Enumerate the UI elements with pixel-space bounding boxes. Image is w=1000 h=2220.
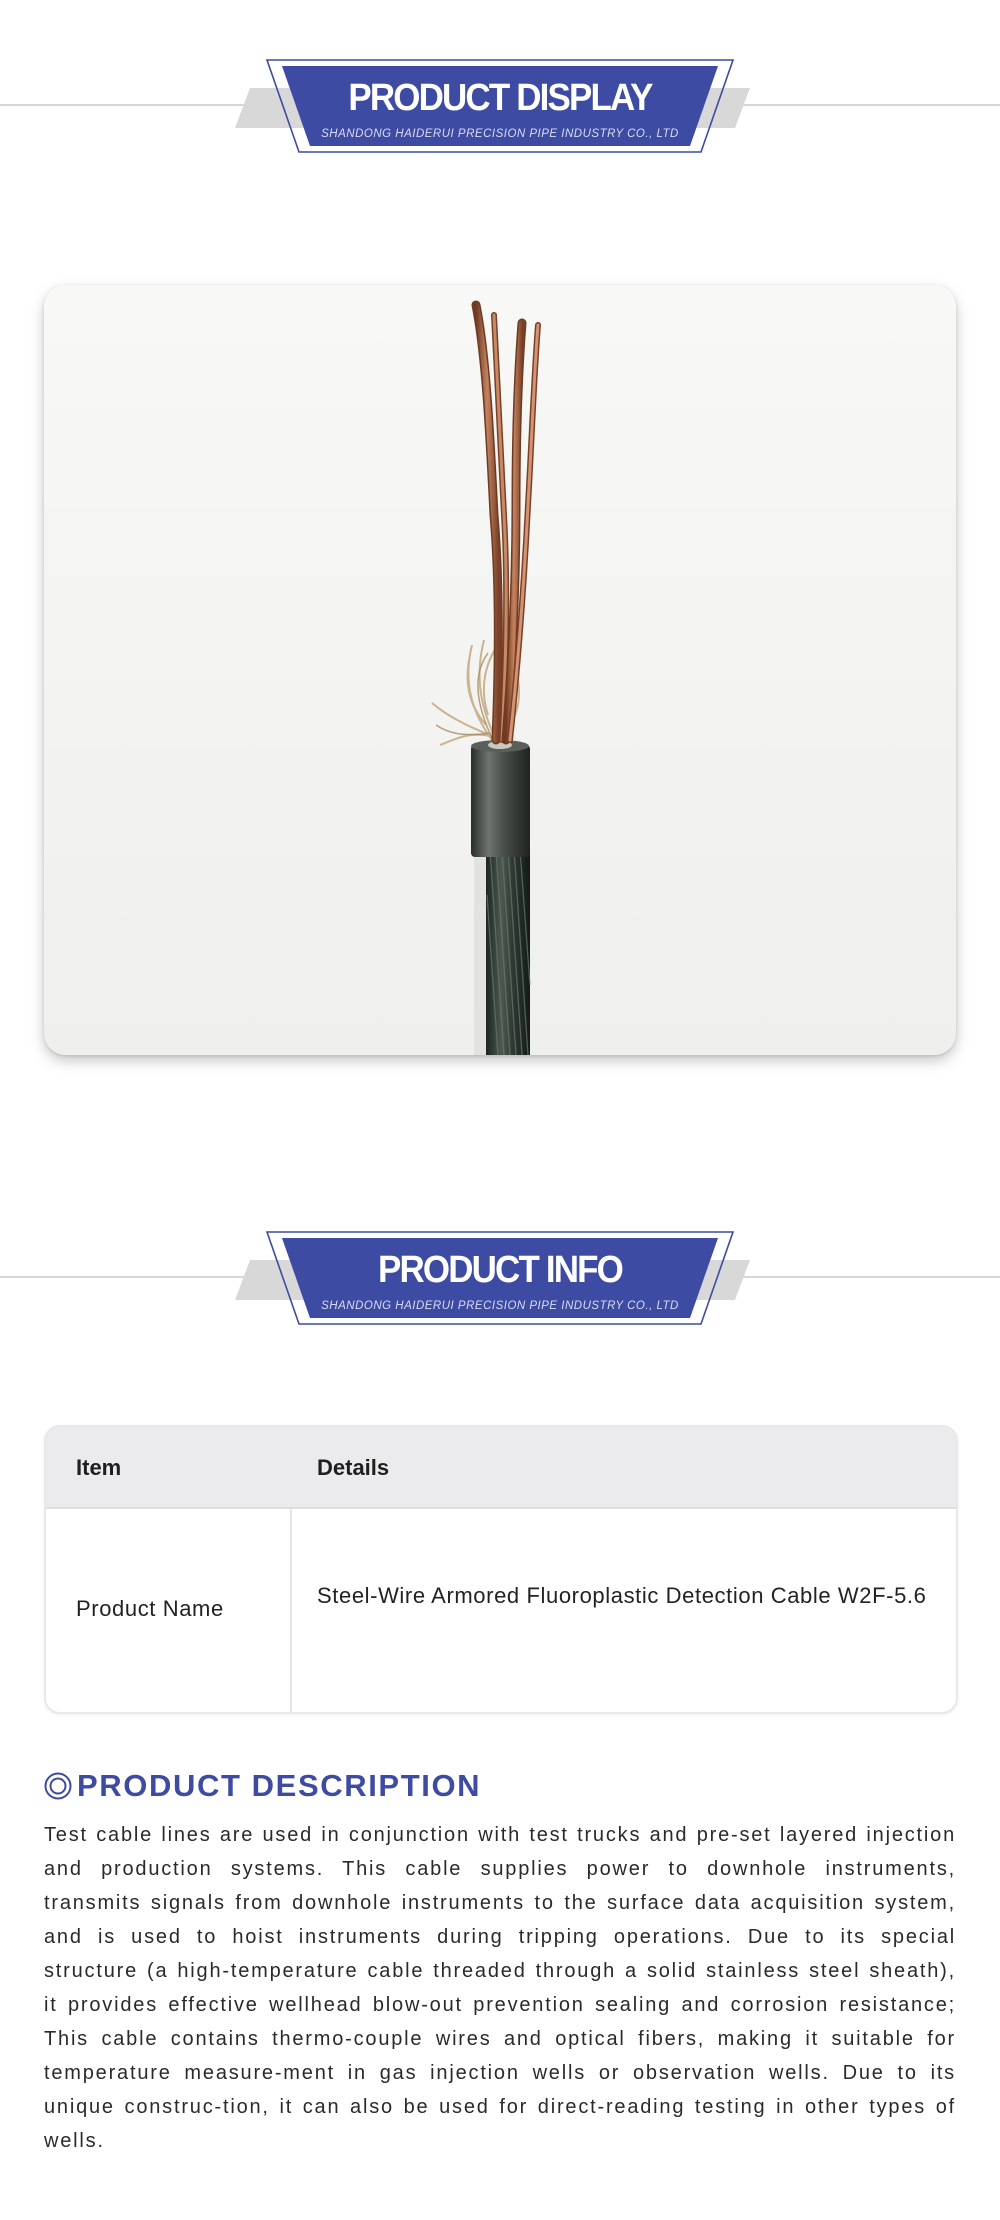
banner-subtitle: SHANDONG HAIDERUI PRECISION PIPE INDUSTR… [321, 1300, 679, 1312]
table-header-item: Item [76, 1455, 122, 1480]
table-cell-item: Product Name [76, 1596, 224, 1621]
banner-title: PRODUCT INFO [377, 1249, 624, 1291]
section-banner-product-display: PRODUCT DISPLAY SHANDONG HAIDERUI PRECIS… [0, 58, 1000, 158]
product-info-table: Item Details Product Name Steel-Wire Arm… [44, 1425, 958, 1714]
double-ring-icon [44, 1772, 72, 1800]
description-heading: PRODUCT DESCRIPTION [44, 1765, 744, 1805]
description-body: Test cable lines are used in conjunction… [44, 1824, 956, 2152]
table-header-row: Item Details [46, 1427, 956, 1509]
table-column-divider [290, 1509, 292, 1712]
table-cell-details: Steel-Wire Armored Fluoroplastic Detecti… [317, 1583, 927, 1608]
description-heading-text: PRODUCT DESCRIPTION [77, 1768, 482, 1803]
table-header-details: Details [317, 1455, 390, 1480]
product-photo [44, 285, 956, 1055]
cable-illustration [44, 285, 956, 1055]
banner-subtitle: SHANDONG HAIDERUI PRECISION PIPE INDUSTR… [321, 128, 679, 140]
section-banner-product-info: PRODUCT INFO SHANDONG HAIDERUI PRECISION… [0, 1230, 1000, 1330]
banner-title: PRODUCT DISPLAY [348, 77, 653, 119]
